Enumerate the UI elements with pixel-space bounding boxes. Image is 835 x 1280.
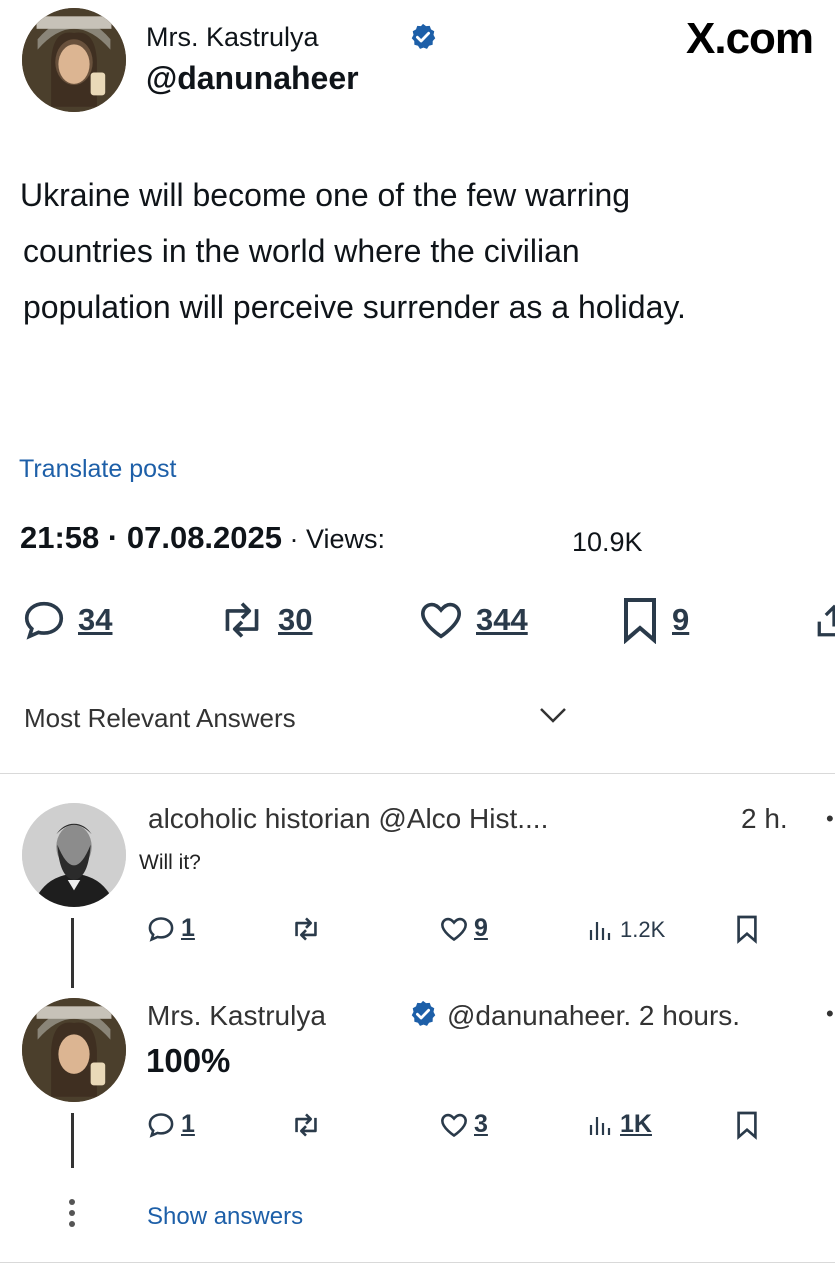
like-button[interactable]: 344 bbox=[418, 600, 528, 640]
repost-icon bbox=[225, 602, 259, 638]
views-icon bbox=[589, 1116, 611, 1135]
reply-author-name[interactable]: Mrs. Kastrulya bbox=[147, 1000, 326, 1032]
views-icon bbox=[589, 922, 611, 940]
reply-count: 1 bbox=[181, 914, 195, 942]
like-count: 3 bbox=[474, 1110, 488, 1138]
thread-line bbox=[71, 1113, 74, 1168]
like-count: 9 bbox=[474, 914, 488, 942]
post-text: Ukraine will become one of the few warri… bbox=[20, 167, 820, 335]
thread-line bbox=[71, 918, 74, 988]
reply-icon bbox=[148, 1112, 174, 1138]
like-button[interactable]: 3 bbox=[440, 1110, 488, 1139]
bookmark-icon bbox=[624, 598, 656, 644]
post-text-line: population will perceive surrender as a … bbox=[23, 289, 686, 325]
views-count: 10.9K bbox=[572, 527, 643, 557]
repost-button[interactable]: 30 bbox=[218, 600, 312, 640]
meta-separator: · bbox=[282, 524, 307, 554]
reply-count: 1 bbox=[181, 1110, 195, 1138]
repost-icon bbox=[295, 1113, 317, 1137]
reply-button[interactable]: 1 bbox=[147, 1110, 195, 1139]
more-icon[interactable]: • bbox=[826, 1001, 834, 1027]
views-count: 1.2K bbox=[620, 917, 666, 942]
like-count: 344 bbox=[476, 602, 528, 637]
verified-icon bbox=[408, 22, 438, 52]
post-text-line: countries in the world where the civilia… bbox=[23, 233, 580, 269]
like-button[interactable]: 9 bbox=[440, 914, 488, 943]
bookmark-button[interactable]: 9 bbox=[620, 596, 689, 644]
reply-text: Will it? bbox=[139, 851, 201, 874]
repost-count: 30 bbox=[278, 602, 313, 637]
chevron-down-icon[interactable] bbox=[538, 704, 568, 731]
vertical-dots-icon bbox=[69, 1199, 77, 1227]
share-icon[interactable] bbox=[814, 602, 835, 638]
author-name[interactable]: Mrs. Kastrulya bbox=[146, 22, 319, 53]
author-avatar[interactable] bbox=[22, 8, 126, 112]
heart-icon bbox=[420, 602, 462, 639]
bookmark-icon[interactable] bbox=[735, 1110, 759, 1145]
more-icon[interactable]: • bbox=[826, 806, 834, 832]
post-date: 07.08.2025 bbox=[126, 520, 283, 555]
heart-icon bbox=[441, 1113, 467, 1137]
meta-separator: · bbox=[99, 520, 127, 555]
brand-logo: X.com bbox=[686, 14, 814, 63]
translate-post-link[interactable]: Translate post bbox=[19, 455, 176, 484]
reply-count: 34 bbox=[78, 602, 113, 637]
show-answers-link[interactable]: Show answers bbox=[147, 1203, 303, 1231]
author-handle[interactable]: @danunaheer bbox=[146, 60, 359, 97]
reply-button[interactable]: 1 bbox=[147, 914, 195, 943]
repost-icon bbox=[295, 917, 317, 941]
repost-button[interactable] bbox=[290, 916, 322, 942]
bookmark-count: 9 bbox=[672, 602, 690, 637]
reply-icon bbox=[148, 916, 174, 942]
reply-author-line[interactable]: alcoholic historian @Alco Hist.... bbox=[148, 803, 548, 835]
views-button[interactable]: 1.2K bbox=[588, 917, 665, 943]
views-label: Views: bbox=[306, 524, 386, 554]
reply-avatar[interactable] bbox=[22, 998, 126, 1102]
reply-button[interactable]: 34 bbox=[22, 600, 112, 640]
reply-avatar[interactable] bbox=[22, 803, 126, 907]
bookmark-icon[interactable] bbox=[735, 914, 759, 949]
verified-icon bbox=[408, 999, 438, 1029]
bottom-divider bbox=[0, 1262, 835, 1263]
section-divider bbox=[0, 773, 835, 774]
views-button[interactable]: 1K bbox=[588, 1110, 652, 1139]
reply-text: 100% bbox=[146, 1042, 231, 1079]
post-meta: 21:58 · 07.08.2025 · Views: bbox=[20, 520, 385, 556]
answers-sort-label[interactable]: Most Relevant Answers bbox=[24, 703, 296, 734]
reply-icon bbox=[24, 601, 64, 640]
repost-button[interactable] bbox=[290, 1112, 322, 1138]
post-text-line: Ukraine will become one of the few warri… bbox=[20, 177, 631, 213]
post-time: 21:58 bbox=[20, 520, 100, 555]
reply-time: 2 h. bbox=[741, 803, 788, 834]
views-count: 1K bbox=[620, 1110, 652, 1138]
reply-handle-time: @danunaheer. 2 hours. bbox=[447, 1000, 741, 1031]
heart-icon bbox=[441, 917, 467, 941]
